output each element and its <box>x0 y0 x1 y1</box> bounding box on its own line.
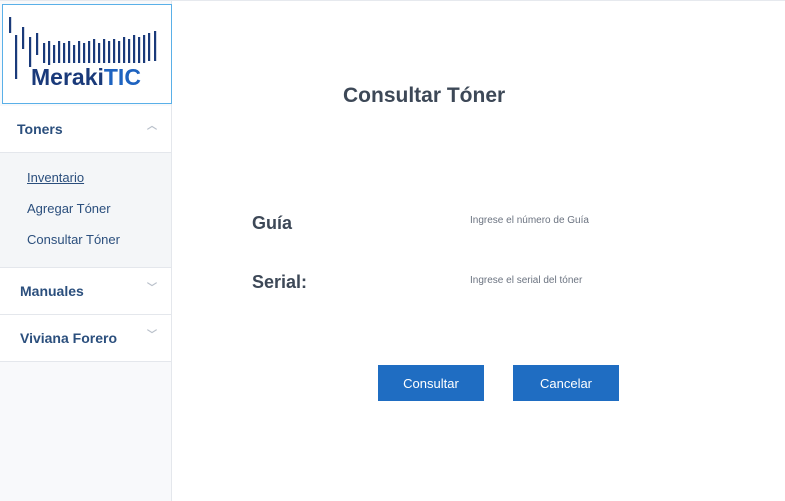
sidebar: MerakiTIC Toners ︿ Inventario Agregar Tó… <box>0 1 172 501</box>
menu-toggle-user[interactable]: Viviana Forero ﹀ <box>0 315 171 361</box>
serial-input[interactable] <box>470 271 690 289</box>
consultar-button[interactable]: Consultar <box>378 365 484 401</box>
serial-label: Serial: <box>252 272 308 292</box>
menu-label-user: Viviana Forero <box>20 330 118 346</box>
chevron-down-icon: ﹀ <box>147 330 157 341</box>
menu-section-toners: Toners ︿ Inventario Agregar Tóner Consul… <box>0 106 171 268</box>
menu-label-toners: Toners <box>17 121 63 137</box>
page-title: Consultar Tóner <box>343 84 506 107</box>
menu-section-user: Viviana Forero ﹀ <box>0 315 171 362</box>
sidebar-item-consultar-toner[interactable]: Consultar Tóner <box>0 224 171 255</box>
submenu-toners: Inventario Agregar Tóner Consultar Tóner <box>0 152 171 267</box>
chevron-down-icon: ﹀ <box>147 283 157 294</box>
menu-label-manuales: Manuales <box>20 283 84 299</box>
menu-toggle-manuales[interactable]: Manuales ﹀ <box>0 268 171 314</box>
sidebar-item-agregar-toner[interactable]: Agregar Tóner <box>0 193 171 224</box>
sidebar-item-inventario[interactable]: Inventario <box>0 162 171 193</box>
merakitic-logo[interactable]: MerakiTIC <box>2 4 172 104</box>
guia-input[interactable] <box>470 211 690 229</box>
svg-text:MerakiTIC: MerakiTIC <box>31 64 141 90</box>
cancelar-button[interactable]: Cancelar <box>513 365 619 401</box>
sidebar-menu: Toners ︿ Inventario Agregar Tóner Consul… <box>0 106 171 362</box>
menu-section-manuales: Manuales ﹀ <box>0 268 171 315</box>
logo-barcode-graphic: MerakiTIC <box>9 17 157 90</box>
guia-label: Guía <box>252 213 293 233</box>
chevron-up-icon: ︿ <box>147 121 157 132</box>
app-page: MerakiTIC Toners ︿ Inventario Agregar Tó… <box>0 0 785 501</box>
menu-toggle-toners[interactable]: Toners ︿ <box>0 106 171 152</box>
